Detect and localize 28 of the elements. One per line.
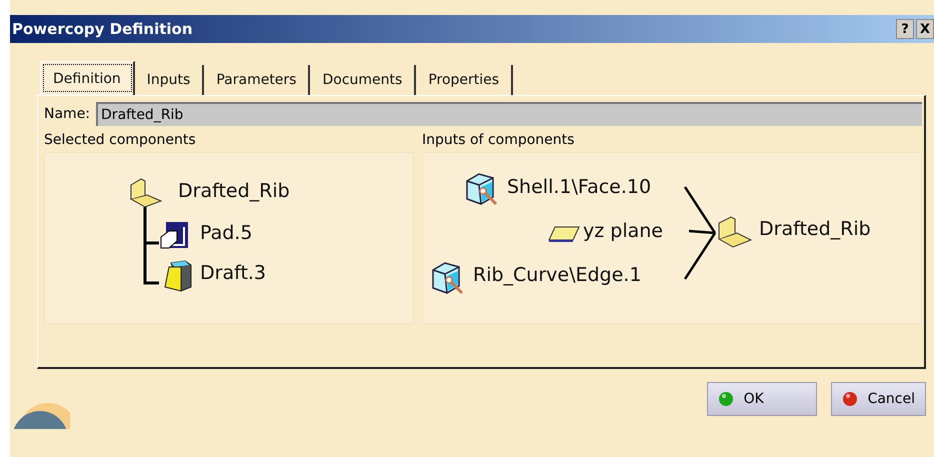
window-title: Powercopy Definition xyxy=(12,20,193,38)
plane-icon xyxy=(547,225,581,243)
input-item[interactable]: Shell.1\Face.10 xyxy=(507,175,652,199)
pad-icon xyxy=(160,221,190,251)
tree-item[interactable]: Pad.5 xyxy=(200,221,252,245)
input-item[interactable]: yz plane xyxy=(583,219,663,243)
tab[interactable]: Definition xyxy=(40,61,135,95)
tree-item[interactable]: Draft.3 xyxy=(200,261,266,285)
dialog-button[interactable]: Cancel xyxy=(830,382,926,416)
section-heading: Selected components xyxy=(44,132,197,148)
tab[interactable]: Properties xyxy=(416,65,514,95)
tab[interactable]: Inputs xyxy=(134,65,204,95)
cube-reference-icon xyxy=(431,260,465,296)
tab[interactable]: Documents xyxy=(310,65,416,95)
tab[interactable]: Parameters xyxy=(204,65,310,95)
cube-reference-icon xyxy=(465,171,499,207)
draft-icon xyxy=(163,259,193,293)
status-dot-icon xyxy=(718,391,734,407)
input-item[interactable]: Rib_Curve\Edge.1 xyxy=(473,263,642,287)
output-item[interactable]: Drafted_Rib xyxy=(759,217,871,241)
close-button[interactable]: X xyxy=(916,19,934,39)
dialog-button[interactable]: OK xyxy=(706,382,817,416)
name-field[interactable]: Drafted_Rib xyxy=(96,102,922,126)
section-heading: Inputs of components xyxy=(422,132,576,148)
tree-item[interactable]: Drafted_Rib xyxy=(178,179,290,203)
status-dot-icon xyxy=(842,391,858,407)
help-button[interactable]: ? xyxy=(896,19,914,39)
name-label: Name: xyxy=(44,106,90,122)
